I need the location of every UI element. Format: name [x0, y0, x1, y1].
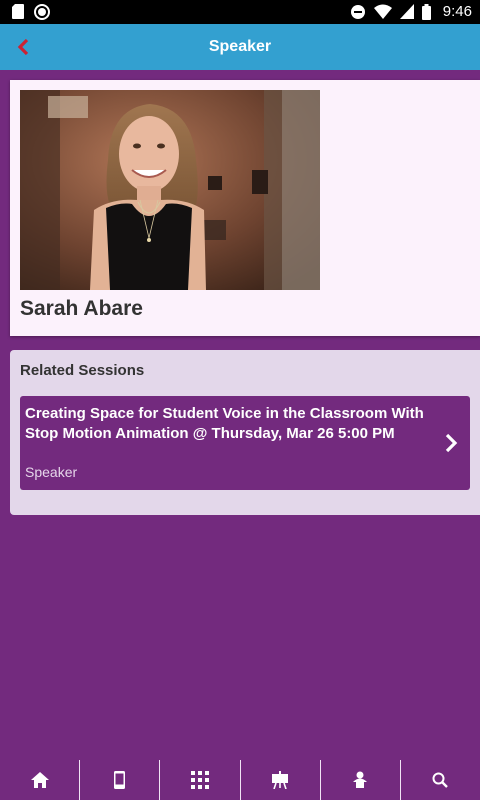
session-list-item[interactable]: Creating Space for Student Voice in the … [20, 396, 470, 490]
session-role: Speaker [25, 464, 78, 480]
session-title: Creating Space for Student Voice in the … [25, 405, 424, 442]
wifi-icon [373, 4, 392, 19]
record-icon [34, 4, 50, 20]
mobile-icon [114, 771, 126, 789]
related-sessions-panel: Related Sessions Creating Space for Stud… [10, 350, 480, 515]
do-not-disturb-icon [350, 4, 365, 19]
grid-icon [190, 771, 209, 789]
speaker-icon [353, 771, 368, 788]
speaker-card: Sarah Abare [10, 80, 480, 336]
nav-mobile[interactable] [80, 760, 161, 800]
status-time: 9:46 [442, 3, 472, 20]
status-bar: 9:46 [0, 0, 480, 24]
speaker-name: Sarah Abare [20, 297, 143, 320]
signal-icon [399, 4, 414, 19]
related-sessions-heading: Related Sessions [20, 362, 145, 379]
page-title: Speaker [208, 38, 272, 55]
sd-card-icon [12, 4, 24, 19]
nav-grid[interactable] [160, 760, 241, 800]
search-icon [432, 772, 449, 788]
bottom-nav [0, 760, 480, 800]
nav-speakers[interactable] [321, 760, 401, 800]
app-bar: Speaker [0, 24, 480, 70]
speaker-photo [20, 90, 320, 290]
battery-icon [421, 3, 431, 20]
chevron-right-icon [445, 433, 458, 453]
nav-home[interactable] [0, 760, 81, 800]
nav-sessions[interactable] [241, 760, 321, 800]
presentation-icon [272, 771, 289, 789]
home-icon [30, 772, 49, 788]
nav-search[interactable] [401, 760, 480, 800]
